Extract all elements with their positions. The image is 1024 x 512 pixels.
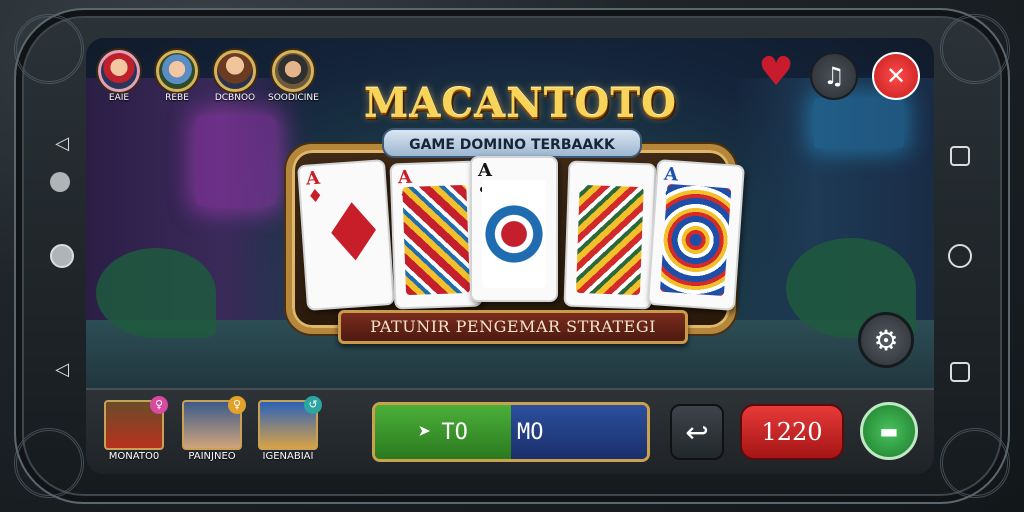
frame-ornament (940, 428, 1010, 498)
card-face-pattern (402, 184, 471, 296)
gender-badge-icon: ♀ (228, 396, 246, 414)
play-left-label: TO (441, 419, 468, 445)
close-icon[interactable]: ✕ (872, 52, 920, 100)
heart-icon[interactable]: ♥ (752, 48, 800, 96)
character-thumbnail: ♀ (182, 396, 246, 450)
player-avatar-icon (156, 50, 198, 92)
player-name: EAIE (108, 93, 130, 103)
play-right-label: MO (517, 419, 544, 445)
score-button[interactable]: 1220 (740, 404, 844, 460)
game-title: MACANTOTO (364, 80, 677, 127)
player-slot[interactable]: EAIE (94, 50, 144, 103)
chat-icon[interactable]: ▬ (860, 402, 918, 460)
game-screen: EAIE REBE DCBNOO SOODICINE ♥ ♫ ✕ MACANTO… (86, 38, 934, 474)
player-slot[interactable]: SOODICINE (268, 50, 319, 103)
player-slot[interactable]: DCBNOO (210, 50, 260, 103)
frame-ornament (14, 428, 84, 498)
playing-card[interactable]: A ♦ ♦ (297, 159, 395, 311)
gender-badge-icon: ♀ (150, 396, 168, 414)
back-icon-bottom[interactable]: ◁ (50, 360, 74, 384)
neon-sign-right (814, 98, 904, 148)
plant-decoration (96, 248, 216, 338)
player-name: DCBNOO (214, 93, 256, 103)
bell-icon[interactable]: ♫ (810, 52, 858, 100)
character-thumbnail: ♀ (104, 396, 168, 450)
bottom-item-label: PAINJNEO (188, 451, 236, 462)
player-avatar-icon (272, 50, 314, 92)
recents-icon[interactable] (950, 146, 970, 166)
players-row: EAIE REBE DCBNOO SOODICINE (94, 50, 319, 103)
play-button-left: ➤ TO (375, 405, 511, 459)
card-face-pattern (659, 183, 732, 297)
home-icon[interactable] (50, 244, 74, 268)
back-icon[interactable]: ◁ (50, 134, 74, 158)
character-thumbnail: ↺ (258, 396, 322, 450)
frame-ornament (14, 14, 84, 84)
player-slot[interactable]: REBE (152, 50, 202, 103)
strategy-banner: PATUNIR PENGEMAR STRATEGI (338, 310, 688, 344)
game-subtitle: GAME DOMINO TERBAAKK (382, 128, 642, 158)
diamond-suit-icon: ♦ (314, 184, 393, 282)
refresh-badge-icon: ↺ (304, 396, 322, 414)
bottom-item[interactable]: ♀ MONATO0 (102, 396, 168, 462)
camera-icon (50, 172, 70, 192)
bottom-item[interactable]: ↺ IGENABIAI (256, 396, 322, 462)
bottom-bar: ♀ MONATO0 ♀ PAINJNEO ↺ IGENABIAI ➤ TO MO… (86, 388, 934, 474)
player-name: REBE (165, 93, 189, 103)
play-button-right: MO (511, 405, 647, 459)
play-arrow-icon: ➤ (418, 419, 432, 445)
playing-card[interactable]: A♣ (470, 156, 558, 302)
frame-ornament (940, 14, 1010, 84)
bottom-item-label: MONATO0 (108, 451, 160, 462)
home-icon-right[interactable] (948, 244, 972, 268)
recents-icon-bottom[interactable] (950, 362, 970, 382)
card-face-pattern (575, 184, 644, 296)
player-name: SOODICINE (268, 93, 319, 103)
bottom-item-label: IGENABIAI (262, 451, 314, 462)
bottom-item[interactable]: ♀ PAINJNEO (180, 396, 246, 462)
neon-sign-left (196, 116, 276, 206)
undo-arrow-icon[interactable]: ↩ (670, 404, 724, 460)
playing-card[interactable] (563, 160, 657, 310)
player-avatar-icon (214, 50, 256, 92)
play-button[interactable]: ➤ TO MO (372, 402, 650, 462)
player-avatar-icon (98, 50, 140, 92)
playing-card[interactable]: A♠ (647, 159, 745, 311)
phone-frame: ◁ ◁ EAIE REBE DCBNOO SOODICINE ♥ ♫ ✕ MAC… (0, 0, 1024, 512)
playing-card[interactable]: A♦ (389, 160, 483, 310)
settings-gear-icon[interactable]: ⚙ (858, 312, 914, 368)
card-face-pattern (482, 180, 546, 288)
